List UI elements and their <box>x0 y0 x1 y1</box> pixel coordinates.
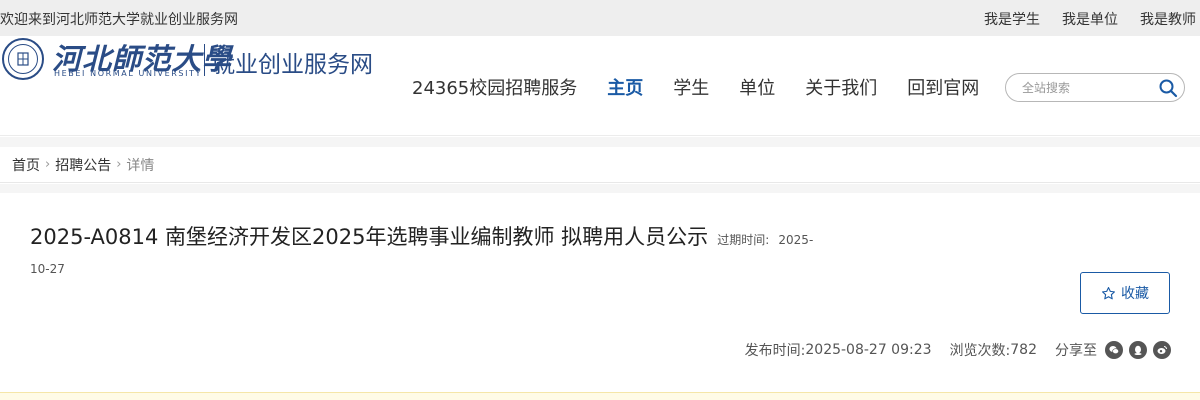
article-panel: 2025-A0814 南堡经济开发区2025年选聘事业编制教师 拟聘用人员公示 … <box>0 193 1200 382</box>
star-icon <box>1102 286 1115 299</box>
university-name-en: HEBEI NORMAL UNIVERSITY <box>54 69 203 78</box>
chevron-right-icon: › <box>116 157 122 172</box>
nav-item-about[interactable]: 关于我们 <box>805 74 877 100</box>
seal-emblem-icon <box>17 52 29 66</box>
top-bar: 欢迎来到河北师范大学就业创业服务网 我是学生 我是单位 我是教师 <box>0 0 1200 36</box>
article-meta: 发布时间: 2025-08-27 09:23 浏览次数: 782 分享至 <box>745 340 1171 360</box>
chevron-right-icon: › <box>45 157 51 172</box>
weibo-icon[interactable] <box>1153 341 1171 359</box>
article-title: 2025-A0814 南堡经济开发区2025年选聘事业编制教师 拟聘用人员公示 <box>30 225 709 249</box>
logo-divider <box>204 44 205 76</box>
favorite-button[interactable]: 收藏 <box>1080 272 1170 314</box>
teacher-link[interactable]: 我是教师 <box>1140 9 1196 29</box>
spacer-band <box>0 184 1200 193</box>
site-header: 河北師范大學 HEBEI NORMAL UNIVERSITY 就业创业服务网 2… <box>0 36 1200 136</box>
share-icons <box>1105 341 1171 359</box>
notice-strip <box>0 392 1200 400</box>
breadcrumb-home[interactable]: 首页 <box>12 155 40 175</box>
spacer-band <box>0 137 1200 147</box>
search-icon[interactable] <box>1158 78 1178 98</box>
nav-item-students[interactable]: 学生 <box>673 74 709 100</box>
employer-link[interactable]: 我是单位 <box>1062 9 1118 29</box>
article-title-block: 2025-A0814 南堡经济开发区2025年选聘事业编制教师 拟聘用人员公示 … <box>30 223 830 283</box>
student-link[interactable]: 我是学生 <box>984 9 1040 29</box>
nav-item-employers[interactable]: 单位 <box>739 74 775 100</box>
breadcrumb-current: 详情 <box>126 157 155 174</box>
university-seal-icon[interactable] <box>2 38 44 80</box>
expire-label: 过期时间: <box>717 233 770 247</box>
publish-time: 2025-08-27 09:23 <box>805 342 932 358</box>
publish-label: 发布时间: <box>744 343 806 359</box>
site-search <box>1005 73 1185 102</box>
nav-item-campus-recruit[interactable]: 24365校园招聘服务 <box>412 74 577 100</box>
welcome-text: 欢迎来到河北师范大学就业创业服务网 <box>0 12 238 28</box>
nav-item-official-site[interactable]: 回到官网 <box>907 74 979 100</box>
site-name[interactable]: 就业创业服务网 <box>212 45 373 79</box>
wechat-icon[interactable] <box>1105 341 1123 359</box>
breadcrumb: 首页 › 招聘公告 › 详情 <box>0 147 1200 183</box>
share-label: 分享至 <box>1055 343 1097 359</box>
breadcrumb-recruit-notice[interactable]: 招聘公告 <box>55 155 111 175</box>
role-links: 我是学生 我是单位 我是教师 <box>984 9 1196 29</box>
search-input[interactable] <box>1022 79 1158 97</box>
favorite-label: 收藏 <box>1121 286 1149 302</box>
views-count: 782 <box>1010 342 1037 358</box>
qq-icon[interactable] <box>1129 341 1147 359</box>
views-label: 浏览次数: <box>949 343 1011 359</box>
nav-item-home[interactable]: 主页 <box>607 74 643 100</box>
main-nav: 24365校园招聘服务 主页 学生 单位 关于我们 回到官网 <box>412 74 1009 100</box>
